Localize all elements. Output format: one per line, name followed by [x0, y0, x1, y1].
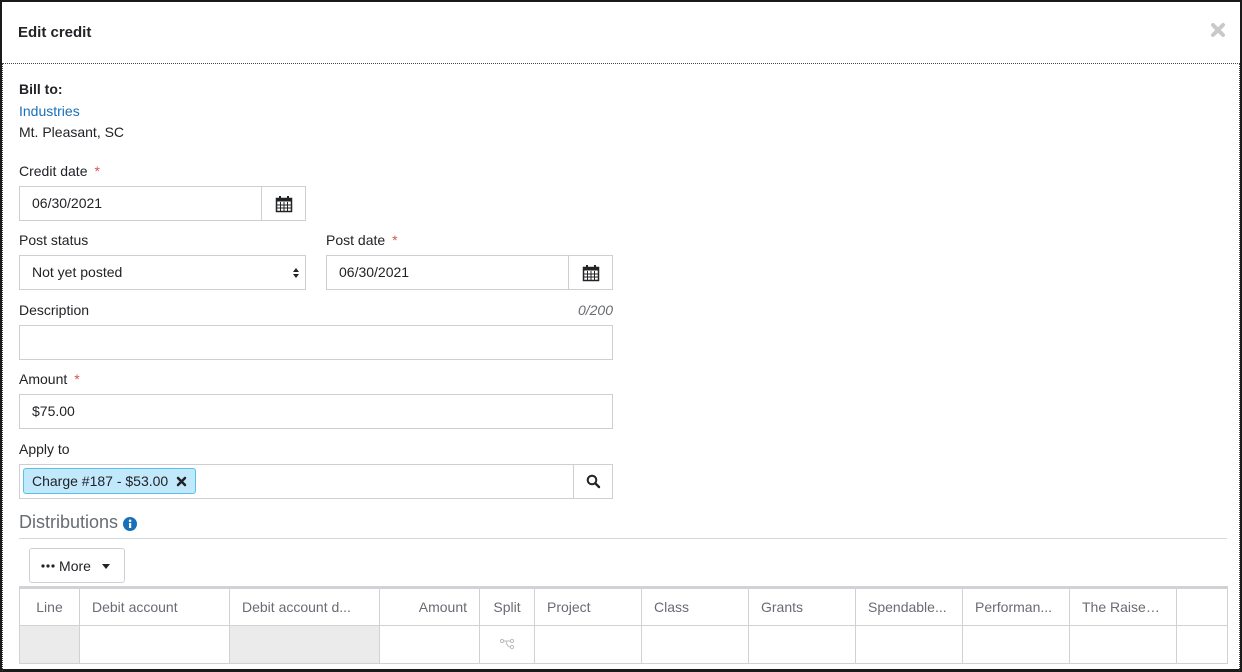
- calendar-icon: [582, 264, 599, 281]
- calendar-icon: [275, 195, 292, 212]
- column-header-class[interactable]: Class: [641, 587, 749, 626]
- apply-to-search-button[interactable]: [573, 464, 613, 499]
- more-button[interactable]: More: [29, 548, 125, 583]
- cell-line: [19, 625, 80, 664]
- column-header-spendable[interactable]: Spendable...: [855, 587, 963, 626]
- description-char-count: 0/200: [577, 302, 613, 318]
- cell-split[interactable]: [479, 625, 535, 664]
- apply-to-tag-label: Charge #187 - $53.00: [32, 473, 169, 489]
- distributions-divider: [19, 538, 1227, 539]
- column-header-split[interactable]: Split: [479, 587, 535, 626]
- cell-extra: [1176, 625, 1228, 664]
- column-header-line[interactable]: Line: [19, 587, 80, 626]
- edit-credit-modal: Edit credit Bill to: Industries Mt. Plea…: [0, 0, 1242, 672]
- column-header-project[interactable]: Project: [534, 587, 642, 626]
- cell-class[interactable]: [641, 625, 749, 664]
- more-button-label: More: [59, 557, 91, 574]
- post-date-input[interactable]: 06/30/2021: [326, 255, 569, 290]
- post-status-select[interactable]: Not yet posted: [19, 255, 306, 290]
- close-icon: [176, 476, 187, 486]
- close-button[interactable]: [1210, 22, 1230, 42]
- distributions-header: Distributions: [19, 512, 138, 533]
- credit-date-label-text: Credit date: [19, 163, 88, 179]
- cell-spendable[interactable]: [855, 625, 963, 664]
- table-row: [19, 625, 1228, 664]
- modal-body: Bill to: Industries Mt. Pleasant, SC Cre…: [2, 63, 1240, 671]
- apply-to-tag: Charge #187 - $53.00: [23, 468, 197, 494]
- distributions-title: Distributions: [19, 512, 119, 532]
- cell-raiser[interactable]: [1069, 625, 1177, 664]
- column-header-performance[interactable]: Performan...: [962, 587, 1070, 626]
- credit-date-input[interactable]: 06/30/2021: [19, 186, 262, 221]
- cell-performance[interactable]: [962, 625, 1070, 664]
- credit-date-label: Credit date *: [19, 163, 100, 179]
- bill-to-name-link[interactable]: Industries: [19, 103, 80, 119]
- cell-project[interactable]: [534, 625, 642, 664]
- column-header-amount[interactable]: Amount: [379, 587, 480, 626]
- info-icon[interactable]: [123, 516, 138, 531]
- column-header-grants[interactable]: Grants: [748, 587, 856, 626]
- bill-to-label: Bill to:: [19, 81, 63, 97]
- post-status-label: Post status: [19, 232, 89, 248]
- post-date-label-text: Post date: [326, 232, 386, 248]
- post-status-value: Not yet posted: [32, 264, 123, 280]
- remove-tag-button[interactable]: [176, 476, 187, 487]
- close-icon: [1211, 23, 1225, 37]
- credit-date-calendar-button[interactable]: [261, 186, 306, 221]
- modal-title: Edit credit: [18, 24, 92, 41]
- post-date-calendar-button[interactable]: [568, 255, 613, 290]
- search-icon: [586, 474, 600, 489]
- select-arrows-icon: [293, 268, 299, 278]
- bill-to-location: Mt. Pleasant, SC: [19, 124, 125, 140]
- column-header-extra: [1176, 587, 1228, 626]
- description-label: Description: [19, 302, 90, 318]
- column-header-debit-account-desc[interactable]: Debit account d...: [229, 587, 380, 626]
- cell-debit-account[interactable]: [79, 625, 230, 664]
- apply-to-label: Apply to: [19, 441, 70, 457]
- cell-amount[interactable]: [379, 625, 480, 664]
- distributions-table: Line Debit account Debit account d... Am…: [19, 586, 1228, 664]
- required-mark: *: [392, 232, 398, 248]
- description-input[interactable]: [19, 325, 613, 360]
- required-mark: *: [94, 163, 100, 179]
- column-header-debit-account[interactable]: Debit account: [79, 587, 230, 626]
- column-header-raiser[interactable]: The Raiser'...: [1069, 587, 1177, 626]
- modal-header: Edit credit: [2, 2, 1240, 63]
- split-icon: [499, 638, 515, 649]
- amount-input[interactable]: $75.00: [19, 394, 613, 429]
- required-mark: *: [74, 371, 80, 387]
- cell-grants[interactable]: [748, 625, 856, 664]
- cell-debit-account-desc: [229, 625, 380, 664]
- post-date-label: Post date *: [326, 232, 398, 248]
- amount-label: Amount *: [19, 371, 80, 387]
- table-header-row: Line Debit account Debit account d... Am…: [19, 587, 1228, 626]
- ellipsis-icon: [41, 563, 55, 568]
- caret-down-icon: [101, 563, 110, 569]
- amount-label-text: Amount: [19, 371, 68, 387]
